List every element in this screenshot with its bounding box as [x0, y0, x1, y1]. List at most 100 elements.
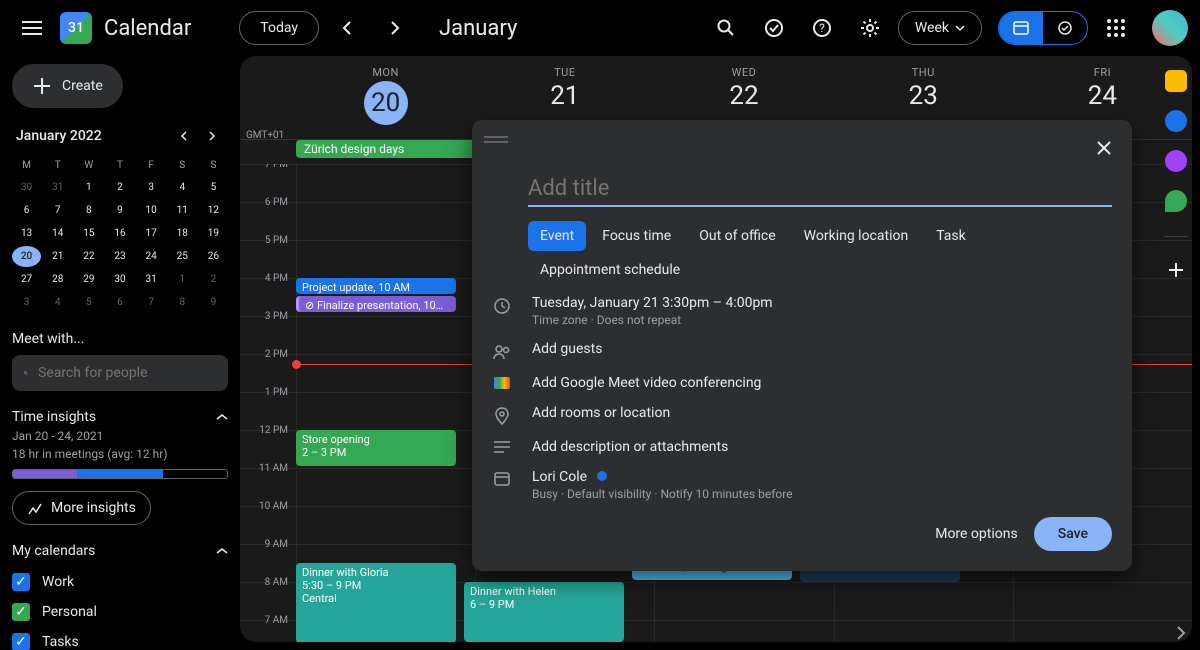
add-addon-icon[interactable]: [1167, 261, 1185, 279]
time-cell[interactable]: [1013, 621, 1192, 642]
mini-day[interactable]: 8: [168, 292, 197, 313]
calendar-view-icon[interactable]: [999, 12, 1043, 44]
add-description-button[interactable]: Add description or attachments: [532, 439, 1112, 455]
mini-day[interactable]: 7: [137, 292, 166, 313]
mini-day[interactable]: 14: [43, 223, 72, 244]
time-cell[interactable]: [296, 507, 475, 544]
event-store-opening[interactable]: Store opening 2 – 3 PM: [296, 430, 456, 466]
event-owner-sub[interactable]: Busy · Default visibility · Notify 10 mi…: [532, 487, 1112, 501]
time-cell[interactable]: [296, 203, 475, 240]
apps-icon[interactable]: [1096, 8, 1136, 48]
rail-collapse-icon[interactable]: [1176, 626, 1186, 640]
next-icon[interactable]: [375, 8, 415, 48]
menu-icon[interactable]: [12, 8, 52, 48]
mini-day[interactable]: 16: [105, 223, 134, 244]
avatar[interactable]: [1152, 10, 1188, 46]
close-icon[interactable]: [1088, 132, 1120, 164]
time-cell[interactable]: [654, 583, 833, 620]
event-type-chip[interactable]: Appointment schedule: [528, 255, 692, 285]
calendar-checkbox[interactable]: ✓: [12, 633, 30, 650]
mini-day[interactable]: 1: [74, 177, 103, 198]
event-datetime[interactable]: Tuesday, January 21 3:30pm – 4:00pm: [532, 295, 1112, 311]
mini-day[interactable]: 2: [199, 269, 228, 290]
mini-day[interactable]: 3: [137, 177, 166, 198]
today-button[interactable]: Today: [239, 11, 319, 45]
mini-day[interactable]: 4: [168, 177, 197, 198]
people-search[interactable]: [12, 355, 228, 391]
add-meet-button[interactable]: Add Google Meet video conferencing: [532, 375, 1112, 391]
calendar-checkbox[interactable]: ✓: [12, 573, 30, 591]
calendar-item[interactable]: ✓Tasks: [12, 627, 228, 650]
help-icon[interactable]: ?: [802, 8, 842, 48]
view-toggle[interactable]: [998, 11, 1088, 45]
calendar-checkbox[interactable]: ✓: [12, 603, 30, 621]
keep-icon[interactable]: [1165, 70, 1187, 92]
tasks-view-icon[interactable]: [1043, 12, 1087, 44]
create-button[interactable]: Create: [12, 64, 123, 108]
mini-prev-icon[interactable]: [172, 124, 196, 148]
search-icon[interactable]: [706, 8, 746, 48]
mini-day[interactable]: 12: [199, 200, 228, 221]
mini-day[interactable]: 5: [74, 292, 103, 313]
time-cell[interactable]: [296, 355, 475, 392]
mini-day[interactable]: 21: [43, 246, 72, 267]
time-cell[interactable]: [834, 621, 1013, 642]
mini-day[interactable]: 2: [105, 177, 134, 198]
view-selector[interactable]: Week: [898, 11, 982, 45]
time-insights-toggle[interactable]: Time insights: [12, 409, 228, 425]
mini-day[interactable]: 27: [12, 269, 41, 290]
mini-day[interactable]: 31: [43, 177, 72, 198]
mini-day[interactable]: 15: [74, 223, 103, 244]
save-button[interactable]: Save: [1034, 517, 1112, 551]
mini-day[interactable]: 11: [168, 200, 197, 221]
time-cell[interactable]: [296, 317, 475, 354]
time-cell[interactable]: [654, 621, 833, 642]
mini-day[interactable]: 23: [105, 246, 134, 267]
calendar-item[interactable]: ✓Personal: [12, 597, 228, 627]
settings-icon[interactable]: [850, 8, 890, 48]
mini-day[interactable]: 8: [74, 200, 103, 221]
event-title-input[interactable]: [528, 172, 1112, 207]
mini-day[interactable]: 6: [105, 292, 134, 313]
people-search-input[interactable]: [38, 365, 216, 381]
day-header[interactable]: MON20: [296, 56, 475, 139]
prev-icon[interactable]: [327, 8, 367, 48]
event-dinner-gloria[interactable]: Dinner with Gloria 5:30 – 9 PM Central: [296, 563, 456, 642]
mini-day[interactable]: 28: [43, 269, 72, 290]
contacts-icon[interactable]: [1165, 150, 1187, 172]
mini-day[interactable]: 19: [199, 223, 228, 244]
event-type-chip[interactable]: Task: [924, 221, 978, 251]
calendar-item[interactable]: ✓Work: [12, 567, 228, 597]
more-options-button[interactable]: More options: [935, 526, 1018, 542]
time-cell[interactable]: [296, 469, 475, 506]
mini-day[interactable]: 1: [168, 269, 197, 290]
time-cell[interactable]: [1013, 583, 1192, 620]
my-calendars-toggle[interactable]: My calendars: [12, 543, 228, 559]
time-cell[interactable]: [296, 165, 475, 202]
mini-day[interactable]: 30: [105, 269, 134, 290]
mini-day[interactable]: 3: [12, 292, 41, 313]
event-dinner-helen[interactable]: Dinner with Helen 6 – 9 PM: [464, 582, 624, 642]
mini-day[interactable]: 5: [199, 177, 228, 198]
mini-day[interactable]: 17: [137, 223, 166, 244]
event-type-chip[interactable]: Focus time: [590, 221, 683, 251]
tasks-icon[interactable]: [1165, 110, 1187, 132]
event-type-chip[interactable]: Event: [528, 221, 586, 251]
event-type-chip[interactable]: Out of office: [687, 221, 787, 251]
mini-day[interactable]: 26: [199, 246, 228, 267]
mini-day[interactable]: 31: [137, 269, 166, 290]
mini-day[interactable]: 25: [168, 246, 197, 267]
mini-day[interactable]: 13: [12, 223, 41, 244]
mini-next-icon[interactable]: [200, 124, 224, 148]
add-location-button[interactable]: Add rooms or location: [532, 405, 1112, 421]
event-tz-repeat[interactable]: Time zone · Does not repeat: [532, 313, 1112, 327]
drag-handle-icon[interactable]: [484, 132, 508, 164]
event-type-chip[interactable]: Working location: [792, 221, 921, 251]
mini-day[interactable]: 22: [74, 246, 103, 267]
mini-day[interactable]: 4: [43, 292, 72, 313]
time-cell[interactable]: [296, 241, 475, 278]
support-icon[interactable]: [754, 8, 794, 48]
mini-day[interactable]: 24: [137, 246, 166, 267]
event-owner[interactable]: Lori Cole: [532, 469, 587, 485]
time-cell[interactable]: [834, 583, 1013, 620]
